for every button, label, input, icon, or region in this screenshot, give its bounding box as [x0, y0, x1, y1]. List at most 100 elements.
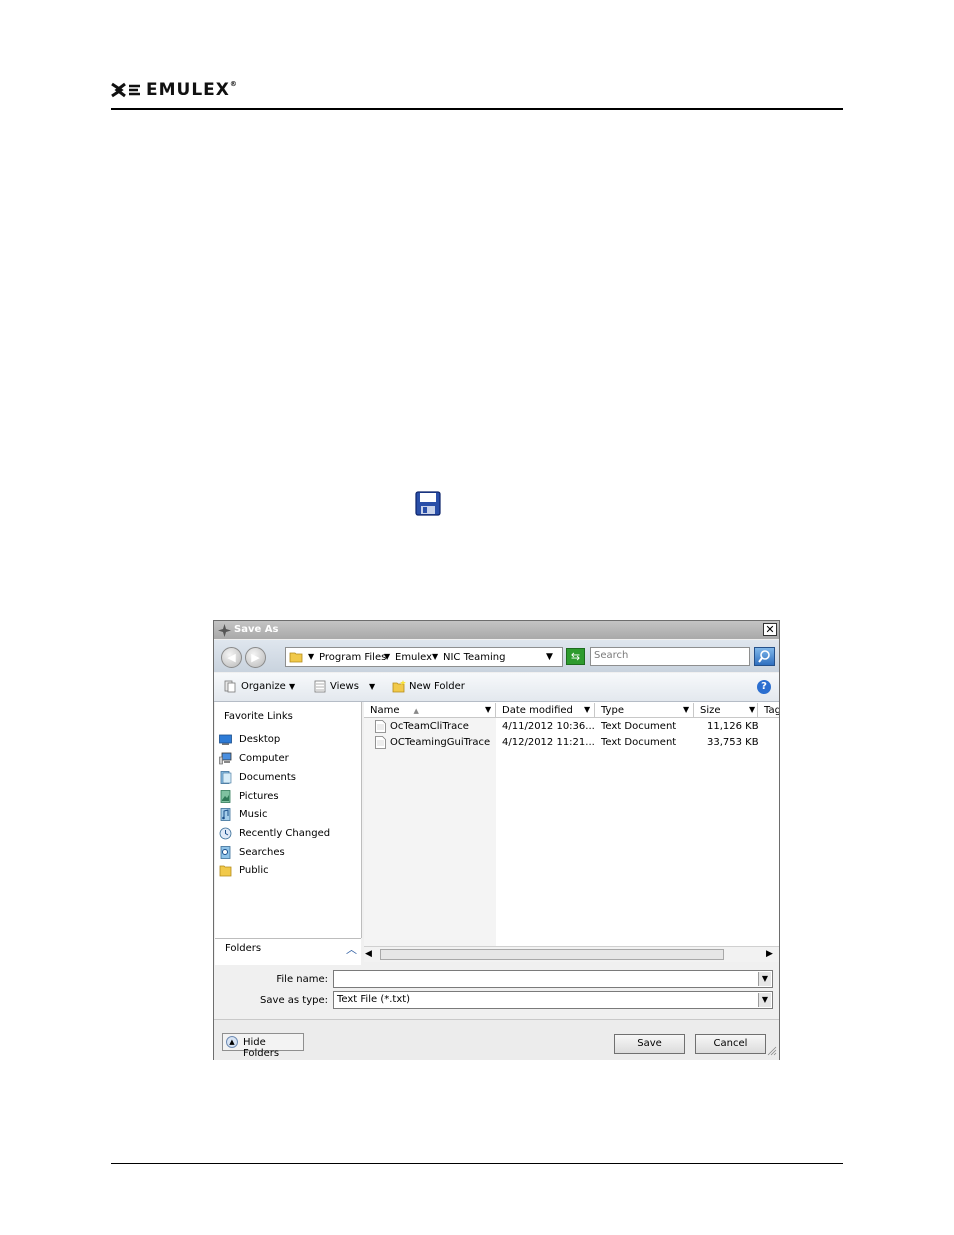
column-header-date-modified[interactable]: Date modified: [496, 703, 595, 718]
sidebar-item-recently-changed[interactable]: Recently Changed: [217, 825, 357, 843]
new-folder-button[interactable]: New Folder: [409, 681, 465, 692]
dialog-titlebar: Save As ✕: [214, 621, 779, 639]
chevron-down-icon[interactable]: ▼: [749, 705, 755, 714]
music-icon: [220, 808, 231, 821]
column-header-label: Type: [601, 705, 624, 716]
chevron-down-icon[interactable]: ▼: [683, 705, 689, 714]
pictures-icon: [220, 790, 231, 803]
search-button[interactable]: [754, 647, 775, 666]
address-bar[interactable]: ▼ Program Files ▼ Emulex ▼ NIC Teaming ▼: [285, 647, 563, 667]
sidebar-item-desktop[interactable]: Desktop: [217, 731, 357, 749]
back-arrow-icon: ◀: [227, 651, 236, 664]
refresh-button[interactable]: ⇆: [566, 648, 585, 665]
file-name: OcTeamCliTrace: [390, 721, 469, 732]
save-as-type-value: Text File (*.txt): [337, 994, 411, 1005]
file-date: 4/12/2012 11:21...: [502, 737, 595, 748]
sidebar-item-computer[interactable]: Computer: [217, 750, 357, 768]
views-menu[interactable]: Views: [330, 681, 359, 692]
sidebar-item-label: Documents: [239, 772, 297, 783]
save-as-type-select[interactable]: Text File (*.txt) ▼: [333, 991, 773, 1009]
file-name: OCTeamingGuiTrace: [390, 737, 491, 748]
column-header-label: Tag: [764, 705, 779, 716]
organize-menu[interactable]: Organize: [241, 681, 286, 692]
file-type: Text Document: [601, 737, 677, 748]
file-size: 11,126 KB: [707, 721, 759, 732]
chevron-down-icon[interactable]: ▼: [584, 705, 590, 714]
dialog-footer: ▲ Hide Folders Save Cancel: [214, 1019, 779, 1060]
save-as-dialog: Save As ✕ ◀ ▶ ▼ Program Files ▼ Emulex ▼…: [213, 620, 780, 1060]
documents-icon: [220, 771, 232, 784]
breadcrumb-emulex[interactable]: Emulex: [395, 652, 432, 663]
breadcrumb-arrow-icon: ▼: [432, 652, 439, 661]
back-button[interactable]: ◀: [221, 647, 242, 668]
close-button[interactable]: ✕: [763, 623, 777, 636]
sort-ascending-icon: ▲: [413, 707, 419, 715]
file-type: Text Document: [601, 721, 677, 732]
resize-grip-icon[interactable]: [767, 1046, 777, 1056]
toolbar: Organize ▼ Views ▼ New Folder ?: [214, 673, 779, 702]
folder-icon: [219, 865, 232, 877]
file-size: 33,753 KB: [707, 737, 759, 748]
file-name-input[interactable]: ▼: [333, 970, 773, 988]
column-header-name[interactable]: Name ▲: [364, 703, 496, 718]
hide-folders-button[interactable]: ▲ Hide Folders: [222, 1033, 304, 1059]
recently-changed-icon: [219, 827, 232, 840]
save-floppy-icon: [415, 491, 441, 516]
cancel-button[interactable]: Cancel: [695, 1034, 766, 1054]
chevron-down-icon[interactable]: ▼: [369, 682, 375, 691]
sidebar-item-public[interactable]: Public: [217, 862, 357, 880]
text-document-icon: [375, 736, 386, 749]
save-button[interactable]: Save: [614, 1034, 685, 1054]
favorite-links-title: Favorite Links: [224, 711, 293, 722]
address-bar-row: ◀ ▶ ▼ Program Files ▼ Emulex ▼ NIC Teami…: [214, 640, 779, 672]
column-header-label: Name: [370, 705, 400, 716]
chevron-down-icon[interactable]: ▼: [758, 972, 771, 986]
forward-arrow-icon: ▶: [251, 651, 260, 664]
sidebar-item-documents[interactable]: Documents: [217, 769, 357, 787]
emulex-logo-mark: [111, 82, 140, 98]
folders-toggle[interactable]: Folders ︿: [215, 938, 361, 965]
hide-folders-label: Hide Folders: [243, 1037, 280, 1059]
table-row[interactable]: OCTeamingGuiTrace 4/12/2012 11:21... Tex…: [364, 735, 779, 751]
file-name-label: File name:: [276, 974, 328, 985]
chevron-down-icon[interactable]: ▼: [546, 652, 553, 662]
new-folder-icon: [392, 680, 406, 693]
sidebar-item-label: Desktop: [239, 734, 281, 745]
breadcrumb-arrow-icon: ▼: [384, 652, 391, 661]
scrollbar-thumb[interactable]: [380, 949, 724, 960]
refresh-icon: ⇆: [570, 650, 581, 663]
sidebar-item-label: Recently Changed: [239, 828, 331, 839]
views-icon: [314, 680, 326, 693]
trademark: ®: [229, 80, 237, 88]
breadcrumb-nic-teaming[interactable]: NIC Teaming: [443, 652, 506, 663]
chevron-up-icon: ▲: [226, 1036, 238, 1048]
name-column-highlight: [364, 718, 496, 946]
sidebar-item-searches[interactable]: Searches: [217, 844, 357, 862]
column-header-label: Date modified: [502, 705, 573, 716]
horizontal-scrollbar[interactable]: ◀ ▶: [364, 946, 779, 962]
search-input[interactable]: Search: [590, 647, 750, 666]
help-icon[interactable]: ?: [757, 680, 771, 694]
file-date: 4/11/2012 10:36...: [502, 721, 595, 732]
column-header-type[interactable]: Type: [595, 703, 694, 718]
sidebar-item-label: Music: [239, 809, 268, 820]
chevron-down-icon[interactable]: ▼: [289, 682, 295, 691]
breadcrumb-program-files[interactable]: Program Files: [319, 652, 386, 663]
table-row[interactable]: OcTeamCliTrace 4/11/2012 10:36... Text D…: [364, 719, 779, 735]
sidebar-item-label: Public: [239, 865, 269, 876]
header-rule: [111, 108, 843, 110]
sidebar-item-label: Computer: [239, 753, 289, 764]
chevron-down-icon[interactable]: ▼: [485, 705, 491, 714]
sidebar-item-music[interactable]: Music: [217, 806, 357, 824]
scroll-left-icon[interactable]: ◀: [365, 949, 372, 959]
sidebar-item-label: Pictures: [239, 791, 279, 802]
forward-button[interactable]: ▶: [245, 647, 266, 668]
search-icon: [758, 650, 770, 663]
chevron-up-icon: ︿: [346, 943, 357, 956]
chevron-down-icon[interactable]: ▼: [758, 993, 771, 1007]
sidebar-item-pictures[interactable]: Pictures: [217, 788, 357, 806]
column-header-tag[interactable]: Tag: [758, 703, 779, 718]
organize-icon: [224, 680, 236, 693]
scroll-right-icon[interactable]: ▶: [766, 949, 773, 959]
save-as-type-label: Save as type:: [260, 995, 328, 1006]
